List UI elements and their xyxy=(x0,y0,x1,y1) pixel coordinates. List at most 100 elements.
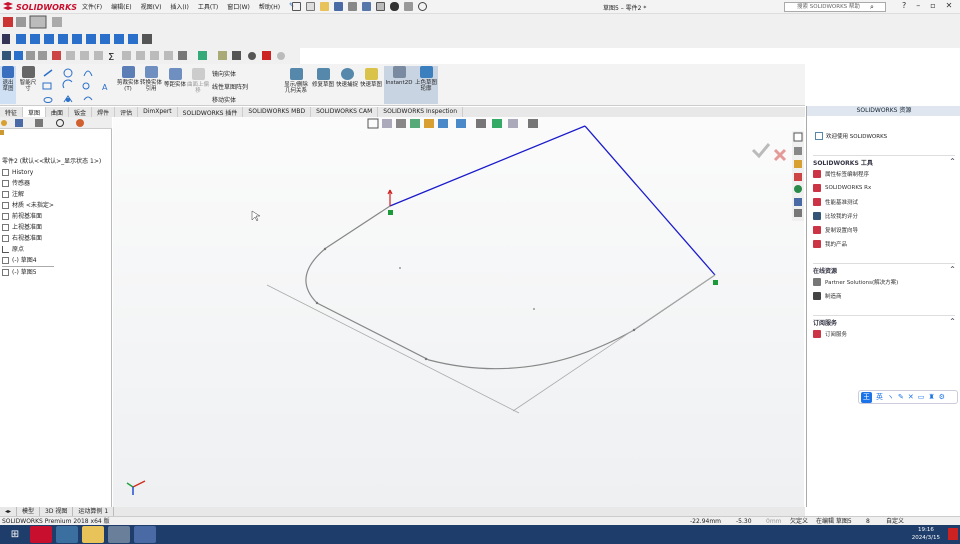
tab-inspection[interactable]: SOLIDWORKS Inspection xyxy=(378,107,464,117)
convert-entities-button[interactable]: 转换实体引用 xyxy=(140,66,162,92)
close-icon[interactable]: ✕ xyxy=(946,1,953,10)
tree-item-origin[interactable]: 原点 xyxy=(2,244,54,255)
tab-3d-views[interactable]: 3D 视图 xyxy=(40,507,74,516)
system-clock[interactable]: 19:16 2024/3/15 xyxy=(912,526,940,542)
home-icon[interactable] xyxy=(292,2,301,11)
toolbar-icons-2[interactable] xyxy=(0,31,180,48)
tree-item-front-plane[interactable]: 前视基准面 xyxy=(2,211,54,222)
offset-on-surface-button[interactable]: 曲面上偏移 xyxy=(187,68,209,94)
tab-motion-study[interactable]: 运动算例 1 xyxy=(73,507,115,516)
compare-score-link[interactable]: 比较我的评分 xyxy=(813,209,955,223)
quick-snaps-button[interactable]: 快速捕捉 xyxy=(336,68,358,88)
section-title[interactable]: 在线资源 ^ xyxy=(813,263,955,275)
taskbar-app3-icon[interactable] xyxy=(134,526,156,543)
save-icon[interactable] xyxy=(334,2,343,11)
ime-keyboard-icon[interactable]: ▭ xyxy=(918,393,925,401)
tab-cam[interactable]: SOLIDWORKS CAM xyxy=(311,107,379,117)
rebuild-icon[interactable] xyxy=(390,2,399,11)
menu-window[interactable]: 窗口(W) xyxy=(227,2,250,11)
tree-item-sketch4[interactable]: (-) 草图4 xyxy=(2,255,54,266)
ime-settings-icon[interactable]: ⚙ xyxy=(939,393,945,401)
gear-icon[interactable] xyxy=(418,2,427,11)
linear-pattern-button[interactable]: 线性草图阵列 xyxy=(212,81,248,94)
trim-entities-button[interactable]: 剪裁实体(T) xyxy=(117,66,139,92)
benchmark-link[interactable]: 性能基准测试 xyxy=(813,195,955,209)
rapid-sketch-button[interactable]: 快速草图 xyxy=(360,68,382,88)
menu-view[interactable]: 视图(V) xyxy=(141,2,162,11)
toolbar-icons-3[interactable]: Σ xyxy=(0,48,300,64)
tab-features[interactable]: 特征 xyxy=(0,107,24,117)
taskbar-explorer-icon[interactable] xyxy=(82,526,104,543)
mirror-entities-button[interactable]: 镜向实体 xyxy=(212,68,248,81)
welcome-link[interactable]: 欢迎使用 SOLIDWORKS xyxy=(815,132,887,140)
tab-evaluate[interactable]: 评估 xyxy=(115,107,139,117)
tab-weldments[interactable]: 焊件 xyxy=(92,107,116,117)
manufacturers-link[interactable]: 制造商 xyxy=(813,289,955,303)
ime-language-toggle[interactable]: 英 xyxy=(876,392,883,402)
tab-sketch[interactable]: 草图 xyxy=(23,107,47,117)
tree-item-history[interactable]: History xyxy=(2,167,54,178)
tree-item-sensors[interactable]: 传感器 xyxy=(2,178,54,189)
tree-root[interactable]: 零件2 (默认<<默认>_显示状态 1>) xyxy=(2,156,101,165)
property-tab-builder-link[interactable]: 属性标签编制程序 xyxy=(813,167,955,181)
tab-mbd[interactable]: SOLIDWORKS MBD xyxy=(243,107,312,117)
display-relations-button[interactable]: 显示/删除几何关系 xyxy=(282,68,310,94)
instant2d-button[interactable]: Instant2D xyxy=(384,66,414,104)
solidworks-rx-link[interactable]: SOLIDWORKS Rx xyxy=(813,181,955,195)
taskbar-app-icon[interactable] xyxy=(56,526,78,543)
taskbar-solidworks-icon[interactable] xyxy=(30,526,52,543)
copy-settings-link[interactable]: 复制设置向导 xyxy=(813,223,955,237)
partner-solutions-link[interactable]: Partner Solutions(解决方案) xyxy=(813,275,955,289)
start-button[interactable]: ⊞ xyxy=(4,526,26,543)
new-icon[interactable] xyxy=(306,2,315,11)
ime-logo-icon[interactable]: 王 xyxy=(861,391,872,403)
my-products-link[interactable]: 我的产品 xyxy=(813,237,955,251)
undo-icon[interactable] xyxy=(362,2,371,11)
sketch-canvas[interactable] xyxy=(113,117,804,507)
ime-toolbar[interactable]: 王 英 ヽ ✎ ✕ ▭ ♜ ⚙ xyxy=(858,390,958,404)
panel-tab-icons[interactable] xyxy=(0,117,112,129)
exit-sketch-button[interactable]: 退出草图 xyxy=(0,66,16,104)
filter-icon[interactable] xyxy=(0,130,4,135)
menu-insert[interactable]: 插入(I) xyxy=(170,2,188,11)
shaded-sketch-contours-button[interactable]: 上色草图轮廓 xyxy=(414,66,438,104)
section-title[interactable]: SOLIDWORKS 工具 ^ xyxy=(813,155,955,167)
tree-item-sketch5[interactable]: (-) 草图5 xyxy=(2,266,54,278)
tab-surfaces[interactable]: 曲面 xyxy=(46,107,70,117)
ime-punctuation-icon[interactable]: ヽ xyxy=(887,392,894,402)
restore-icon[interactable]: ▫ xyxy=(930,1,935,10)
tree-item-annotations[interactable]: 注解 xyxy=(2,189,54,200)
ime-pen-icon[interactable]: ✎ xyxy=(898,393,904,401)
open-icon[interactable] xyxy=(320,2,329,11)
menu-file[interactable]: 文件(F) xyxy=(82,2,102,11)
help-icon[interactable]: ? xyxy=(902,1,906,10)
tree-item-material[interactable]: 材质 <未指定> xyxy=(2,200,54,211)
move-entities-button[interactable]: 移动实体 xyxy=(212,94,248,107)
task-pane-tab-icons[interactable] xyxy=(792,131,804,221)
ime-tools-icon[interactable]: ✕ xyxy=(908,393,914,401)
tree-item-top-plane[interactable]: 上视基准面 xyxy=(2,222,54,233)
menu-tools[interactable]: 工具(T) xyxy=(198,2,218,11)
subscription-services-link[interactable]: 订阅服务 xyxy=(813,327,955,341)
section-title[interactable]: 订阅服务 ^ xyxy=(813,315,955,327)
ime-skin-icon[interactable]: ♜ xyxy=(928,393,934,401)
smart-dimension-button[interactable]: 智能尺寸 xyxy=(18,66,38,92)
taskbar-app2-icon[interactable] xyxy=(108,526,130,543)
tab-dimxpert[interactable]: DimXpert xyxy=(138,107,178,117)
offset-entities-button[interactable]: 等距实体 xyxy=(164,68,186,88)
sketch-entities-group[interactable]: A xyxy=(40,66,115,104)
file-properties-icon[interactable] xyxy=(404,2,413,11)
minimize-icon[interactable]: – xyxy=(916,1,920,10)
tab-nav-arrows[interactable]: ◂▸ xyxy=(0,507,18,516)
notification-icon[interactable] xyxy=(948,528,958,540)
tab-model[interactable]: 模型 xyxy=(17,507,41,516)
tab-addins[interactable]: SOLIDWORKS 插件 xyxy=(178,107,244,117)
tab-sheet-metal[interactable]: 钣金 xyxy=(69,107,93,117)
print-icon[interactable] xyxy=(348,2,357,11)
tree-item-right-plane[interactable]: 右视基准面 xyxy=(2,233,54,244)
graphics-area[interactable] xyxy=(113,117,804,507)
select-icon[interactable] xyxy=(376,2,385,11)
search-icon[interactable]: ⌕ xyxy=(870,3,874,12)
menu-help[interactable]: 帮助(H) xyxy=(259,2,280,11)
toolbar-icons-1[interactable] xyxy=(0,14,80,31)
